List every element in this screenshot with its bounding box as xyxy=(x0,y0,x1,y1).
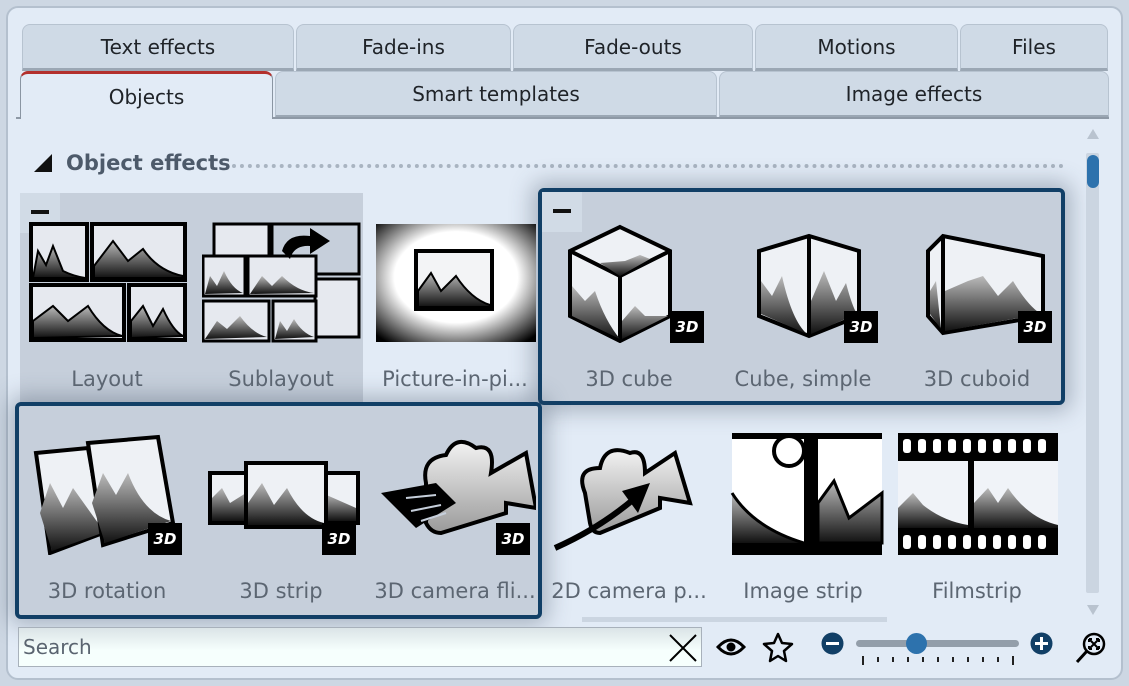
3d-badge: 3D xyxy=(670,311,704,343)
section-title: Object effects xyxy=(66,151,231,175)
tab-text-effects[interactable]: Text effects xyxy=(22,24,294,71)
zoom-slider-tick xyxy=(952,657,954,662)
section-divider xyxy=(232,164,1064,168)
zoom-slider-tick xyxy=(862,656,864,665)
effect-tile-3d-cuboid[interactable]: 3D 3D cuboid xyxy=(890,193,1064,403)
scrollbar-thumb[interactable] xyxy=(1087,155,1099,188)
vertical-scrollbar[interactable] xyxy=(1086,153,1099,593)
zoom-slider[interactable] xyxy=(856,640,1019,647)
horizontal-scroll-indicator xyxy=(582,617,887,622)
clear-search-icon[interactable] xyxy=(667,632,699,664)
effect-label: Filmstrip xyxy=(932,579,1022,603)
zoom-fit-icon[interactable] xyxy=(1075,632,1107,664)
star-icon[interactable] xyxy=(762,631,794,663)
section-header[interactable]: Object effects xyxy=(34,148,231,178)
effect-tile-image-strip[interactable]: Image strip xyxy=(716,405,890,615)
zoom-slider-tick xyxy=(967,657,969,662)
zoom-slider-ticks xyxy=(862,655,1014,665)
tab-objects[interactable]: Objects xyxy=(20,71,273,119)
zoom-out-icon[interactable] xyxy=(821,632,844,655)
tab-image-effects[interactable]: Image effects xyxy=(719,71,1109,118)
3d-badge: 3D xyxy=(1018,311,1052,343)
zoom-slider-tick xyxy=(892,657,894,662)
image-strip-icon xyxy=(730,433,884,555)
effect-label: 3D camera fli... xyxy=(374,579,536,603)
effect-tile-filmstrip[interactable]: Filmstrip xyxy=(890,405,1064,615)
search-field[interactable] xyxy=(18,627,702,667)
zoom-in-icon[interactable] xyxy=(1030,632,1053,655)
3d-badge: 3D xyxy=(496,523,530,555)
sublayout-icon xyxy=(202,222,361,343)
effect-label: Cube, simple xyxy=(734,367,872,391)
effect-tile-layout[interactable]: Layout xyxy=(20,193,194,403)
scroll-down-arrow-icon[interactable] xyxy=(1087,605,1099,615)
3d-badge: 3D xyxy=(148,523,182,555)
zoom-slider-tick xyxy=(922,657,924,662)
effect-label: Layout xyxy=(71,367,143,391)
zoom-slider-tick xyxy=(997,657,999,662)
effect-tile-3d-strip[interactable]: 3D 3D strip xyxy=(194,405,368,615)
zoom-slider-tick xyxy=(1012,656,1014,665)
scroll-up-arrow-icon[interactable] xyxy=(1087,129,1099,139)
effect-tile-3d-rotation[interactable]: 3D 3D rotation xyxy=(20,405,194,615)
search-input[interactable] xyxy=(23,635,663,659)
effect-tile-3d-camera-flight[interactable]: 3D 3D camera fli... xyxy=(368,405,542,615)
effect-tile-picture-in-picture[interactable]: Picture-in-pi... xyxy=(368,193,542,403)
layout-icon xyxy=(29,222,187,342)
filmstrip-icon xyxy=(898,433,1058,555)
zoom-slider-thumb[interactable] xyxy=(905,633,927,654)
effect-tile-3d-cube[interactable]: 3D 3D cube xyxy=(542,193,716,403)
effect-label: 3D cube xyxy=(585,367,673,391)
eye-icon[interactable] xyxy=(716,636,746,658)
tab-motions[interactable]: Motions xyxy=(755,24,958,71)
effect-label: Sublayout xyxy=(228,367,334,391)
effect-label: Image strip xyxy=(743,579,863,603)
picture-in-picture-icon xyxy=(376,224,536,342)
tab-fade-outs[interactable]: Fade-outs xyxy=(513,24,753,71)
effect-tile-cube-simple[interactable]: 3D Cube, simple xyxy=(716,193,890,403)
zoom-slider-tick xyxy=(937,657,939,662)
collapse-triangle-icon[interactable] xyxy=(34,154,52,172)
effect-label: 3D strip xyxy=(239,579,323,603)
tab-smart-templates[interactable]: Smart templates xyxy=(275,71,717,118)
tab-fade-ins[interactable]: Fade-ins xyxy=(296,24,511,71)
zoom-slider-tick xyxy=(907,657,909,662)
effect-label: Picture-in-pi... xyxy=(382,367,528,391)
effect-tile-sublayout[interactable]: Sublayout xyxy=(194,193,368,403)
tab-files[interactable]: Files xyxy=(960,24,1108,71)
zoom-slider-tick xyxy=(877,657,879,662)
effect-label: 3D rotation xyxy=(47,579,167,603)
3d-badge: 3D xyxy=(322,523,356,555)
effect-label: 3D cuboid xyxy=(923,367,1031,391)
effect-label: 2D camera p... xyxy=(551,579,707,603)
zoom-slider-tick xyxy=(982,657,984,662)
2d-camera-pan-icon xyxy=(553,448,693,551)
3d-badge: 3D xyxy=(844,311,878,343)
effect-tile-2d-camera-pan[interactable]: 2D camera p... xyxy=(542,405,716,615)
